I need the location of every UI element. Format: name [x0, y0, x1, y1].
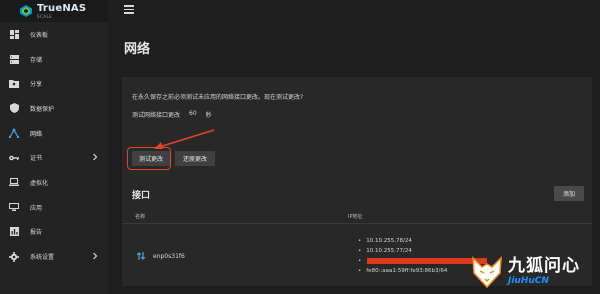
timeout-value[interactable]: 60: [189, 110, 197, 119]
sidebar-item-apps[interactable]: 应用: [0, 195, 108, 220]
header-divider: [122, 223, 592, 224]
sidebar: 仪表板 存储 分享 数据保护 网络 证书 虚拟化 应用 报告 系统设置: [0, 22, 108, 294]
report-icon: [9, 227, 19, 237]
revert-changes-button[interactable]: 还原更改: [175, 151, 215, 166]
sidebar-item-data-protection[interactable]: 数据保护: [0, 96, 108, 121]
ip-address: 10.10.255.77/24: [358, 246, 447, 256]
truenas-app: TrueNAS SCALE 仪表板 存储 分享 数据保护 网络 证书 虚拟化 应…: [0, 0, 600, 294]
network-icon: [9, 128, 19, 139]
top-bar: TrueNAS SCALE: [0, 0, 600, 22]
sidebar-item-dashboard[interactable]: 仪表板: [0, 22, 108, 47]
interfaces-title: 接口: [132, 191, 151, 201]
sidebar-item-label: 报告: [30, 229, 43, 237]
column-header-ip[interactable]: IP地址: [348, 213, 363, 220]
page-title: 网络: [124, 42, 151, 57]
share-folder-icon: [9, 79, 19, 89]
shield-icon: [9, 103, 19, 114]
hamburger-menu-icon[interactable]: [124, 5, 134, 15]
ip-address: 10.10.255.78/24: [358, 236, 447, 246]
sidebar-item-label: 存储: [30, 56, 43, 64]
key-icon: [9, 153, 19, 163]
chevron-right-icon: [93, 154, 98, 161]
brand-name: TrueNAS: [37, 2, 87, 14]
sidebar-item-label: 证书: [30, 155, 43, 163]
brand[interactable]: TrueNAS SCALE: [0, 0, 108, 22]
brand-edition: SCALE: [37, 13, 53, 19]
timeout-unit: 秒: [205, 112, 212, 119]
storage-icon: [9, 54, 19, 64]
test-changes-card: 在永久保存之前必须测试未应用的网络接口更改。现在测试更改? 测试网络接口更改 6…: [122, 77, 592, 194]
main-content: 网络 在永久保存之前必须测试未应用的网络接口更改。现在测试更改? 测试网络接口更…: [108, 22, 600, 294]
timeout-label: 测试网络接口更改: [132, 112, 181, 119]
column-header-name[interactable]: 名称: [135, 213, 145, 220]
sidebar-item-network[interactable]: 网络: [0, 121, 108, 146]
chevron-right-icon: [93, 252, 98, 260]
sidebar-item-system-settings[interactable]: 系统设置: [0, 244, 108, 269]
sidebar-item-label: 仪表板: [30, 31, 49, 39]
add-interface-button[interactable]: 添加: [554, 186, 584, 201]
interfaces-card: 接口 添加 名称 IP地址 enp0s31f6 10.10.255.78/24 …: [122, 180, 592, 286]
sidebar-item-label: 虚拟化: [30, 179, 49, 187]
dashboard-icon: [9, 29, 19, 39]
sidebar-item-label: 应用: [30, 204, 43, 212]
laptop-icon: [9, 177, 19, 187]
apps-icon: [9, 202, 19, 212]
ip-address-list: 10.10.255.78/24 10.10.255.77/24 fe80::aa…: [358, 236, 447, 276]
sidebar-item-label: 系统设置: [30, 254, 55, 262]
sidebar-item-certificates[interactable]: 证书: [0, 145, 108, 170]
sidebar-item-label: 网络: [30, 130, 43, 138]
sidebar-item-label: 分享: [30, 81, 43, 89]
pending-changes-message: 在永久保存之前必须测试未应用的网络接口更改。现在测试更改?: [132, 94, 304, 101]
sidebar-item-shares[interactable]: 分享: [0, 71, 108, 96]
test-timeout-row: 测试网络接口更改 60 秒: [132, 110, 212, 119]
swap-vertical-icon: [136, 252, 146, 260]
table-row[interactable]: enp0s31f6: [136, 251, 185, 261]
sidebar-item-reports[interactable]: 报告: [0, 220, 108, 245]
sidebar-item-label: 数据保护: [30, 105, 55, 113]
sidebar-item-storage[interactable]: 存储: [0, 47, 108, 72]
redaction-bar: [367, 258, 487, 264]
test-changes-button[interactable]: 测试更改: [132, 151, 170, 166]
gear-icon: [9, 251, 19, 262]
interface-name: enp0s31f6: [153, 252, 185, 260]
truenas-logo-icon: [20, 5, 32, 17]
ip-address: fe80::aaa1:59ff:fe93:86b3/64: [358, 266, 447, 276]
sidebar-item-virtualization[interactable]: 虚拟化: [0, 170, 108, 195]
